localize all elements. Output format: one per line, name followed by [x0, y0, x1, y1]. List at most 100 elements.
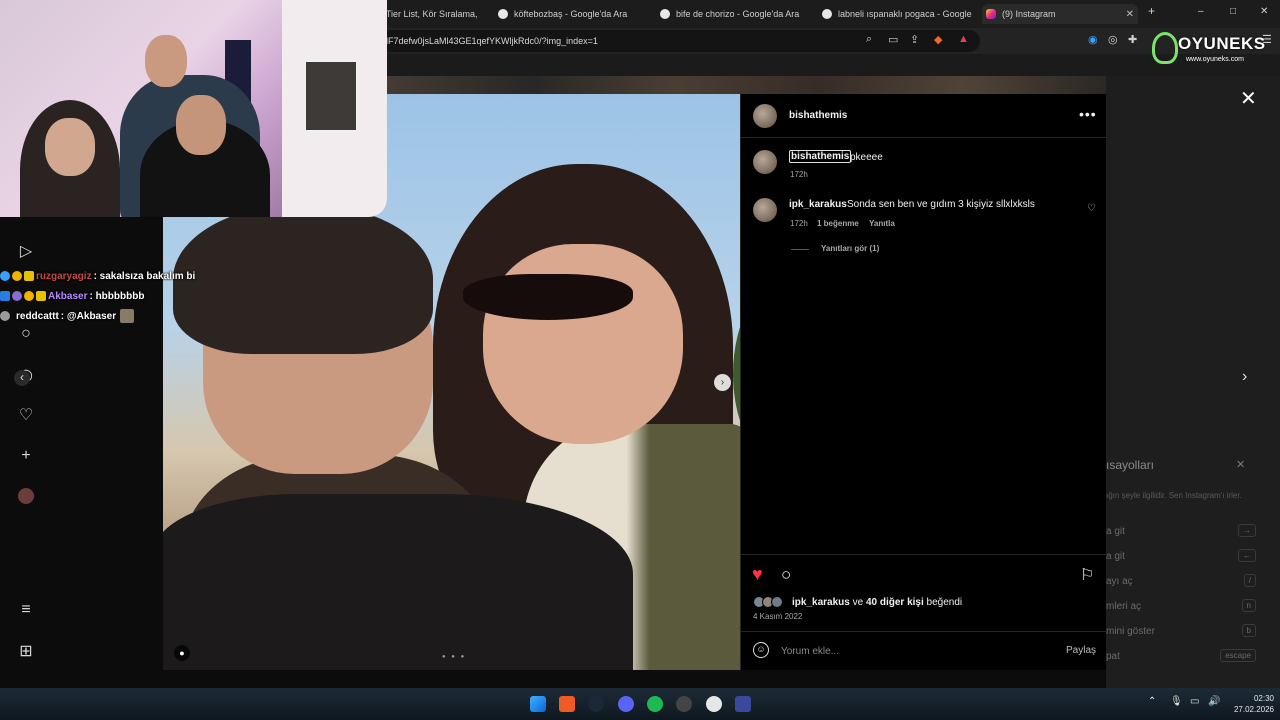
shortcut-label: mleri aç	[1106, 601, 1142, 612]
shortcut-key: →	[1238, 524, 1256, 537]
post-author[interactable]: bishathemis	[789, 110, 847, 121]
browser-tab[interactable]: köftebozbaş - Google'da Ara	[498, 4, 648, 24]
profile-avatar[interactable]	[18, 488, 34, 504]
start-icon[interactable]	[530, 696, 546, 712]
chat-message: ruzgaryagiz : sakalsıza bakalım bi	[0, 266, 210, 286]
zoom-icon[interactable]: ⌕	[866, 33, 872, 46]
view-replies-button[interactable]: Yanıtları gör (1)	[821, 244, 879, 253]
extensions-icon[interactable]: ✚	[1128, 33, 1137, 46]
caption-age: 172h	[790, 170, 808, 179]
browser-tab[interactable]: bife de chorizo - Google'da Ara	[660, 4, 810, 24]
system-clock[interactable]: 02:30 27.02.2026	[1228, 693, 1274, 715]
shortcuts-title: ısayolları	[1106, 458, 1155, 472]
chat-username[interactable]: Akbaser	[48, 291, 87, 302]
header-divider	[741, 137, 1107, 138]
cast-icon[interactable]: ▭	[888, 33, 898, 46]
shortcut-row: mleri aç n	[1106, 599, 1256, 612]
chat-username[interactable]: ruzgaryagiz	[36, 271, 92, 282]
tab-title: (9) Instagram	[1002, 9, 1056, 19]
carousel-next-button[interactable]: ›	[714, 374, 731, 391]
volume-icon[interactable]: 🔊	[1208, 696, 1220, 707]
stream-chat: ruzgaryagiz : sakalsıza bakalım bi Akbas…	[0, 266, 210, 326]
search-icon[interactable]: ○	[16, 324, 36, 344]
brave-rewards-icon[interactable]: ▲	[958, 33, 969, 45]
chat-badge-icon	[0, 291, 10, 301]
heart-icon[interactable]: ♥	[752, 564, 763, 585]
steam-icon[interactable]	[588, 696, 604, 712]
browser-tab[interactable]: labneli ıspanaklı pogaca - Google'da	[822, 4, 972, 24]
comment-icon[interactable]: ○	[781, 565, 791, 585]
tray-chevron-icon[interactable]: ⌃	[1148, 696, 1156, 707]
actions-divider	[741, 554, 1107, 555]
oyuneks-watermark: OYUNEKS www.oyuneks.com	[1152, 30, 1265, 70]
watermark-subtitle: www.oyuneks.com	[1186, 56, 1244, 63]
previous-post-icon[interactable]: ‹	[14, 370, 30, 386]
tab-title: köftebozbaş - Google'da Ara	[514, 9, 628, 19]
app-icon[interactable]	[735, 696, 751, 712]
minimize-button[interactable]: –	[1198, 6, 1204, 17]
microphone-icon[interactable]: 🎙	[1170, 696, 1183, 707]
maximize-button[interactable]: □	[1230, 6, 1236, 17]
more-icon[interactable]: ⊞	[16, 642, 36, 662]
reels-icon[interactable]: ▷	[16, 242, 36, 262]
audio-icon[interactable]: ◉	[1088, 33, 1098, 46]
comment-username[interactable]: ipk_karakus	[789, 199, 847, 210]
bookmark-icon[interactable]: ⚐	[1080, 565, 1094, 585]
brave-shield-icon[interactable]: ◆	[934, 33, 942, 46]
close-tab-icon[interactable]: ✕	[1126, 9, 1134, 20]
chat-message: Akbaser : hbbbbbbb	[0, 286, 210, 306]
spotify-icon[interactable]	[647, 696, 663, 712]
comment-avatar[interactable]	[753, 198, 777, 222]
shortcut-key: ←	[1238, 549, 1256, 562]
likes-suffix: beğendi	[926, 597, 963, 608]
caption-avatar[interactable]	[753, 150, 777, 174]
user-tag-icon[interactable]: ●	[174, 645, 190, 661]
next-post-icon[interactable]: ›	[1242, 368, 1247, 386]
windows-taskbar: ⌃ 🎙 ▭ 🔊 02:30 27.02.2026	[0, 688, 1280, 720]
watermark-title: OYUNEKS	[1178, 34, 1266, 53]
replies-line	[791, 249, 809, 250]
close-icon[interactable]: ✕	[1236, 458, 1245, 471]
reply-button[interactable]: Yanıtla	[869, 219, 895, 228]
more-options-icon[interactable]: •••	[1079, 106, 1097, 122]
likes-summary[interactable]: ipk_karakus ve 40 diğer kişi beğendi	[792, 597, 962, 608]
obs-icon[interactable]	[706, 696, 722, 712]
browser-tab-instagram[interactable]: (9) Instagram ✕	[982, 4, 1138, 24]
comment-like-icon[interactable]: ♡	[1087, 203, 1096, 214]
new-tab-button[interactable]: +	[1148, 4, 1155, 18]
chat-message: reddcattt : @Akbaser	[0, 306, 210, 326]
wall-poster	[304, 60, 358, 132]
menu-icon[interactable]: ≡	[16, 600, 36, 620]
likes-user[interactable]: ipk_karakus	[792, 597, 850, 608]
post-date: 4 Kasım 2022	[753, 612, 803, 621]
heart-icon[interactable]: ♡	[16, 406, 36, 426]
share-icon[interactable]: ⇪	[910, 33, 919, 46]
brave-icon[interactable]	[559, 696, 575, 712]
shortcut-label: a git	[1106, 526, 1125, 537]
close-modal-icon[interactable]: ✕	[1240, 86, 1257, 111]
streamer-face	[176, 95, 226, 155]
chat-badge-icon	[12, 271, 22, 281]
likes-others[interactable]: 40 diğer kişi	[866, 597, 924, 608]
streamer-face	[145, 35, 187, 87]
webcam-overlay	[0, 0, 387, 217]
comment-likes[interactable]: 1 beğenme	[817, 219, 859, 228]
liker-avatar	[771, 596, 783, 608]
create-icon[interactable]: +	[16, 446, 36, 466]
emoji-icon[interactable]: ☺	[753, 642, 769, 658]
chat-badge-icon	[0, 271, 10, 281]
vpn-icon[interactable]: ◎	[1108, 33, 1118, 46]
app-icon[interactable]	[676, 696, 692, 712]
caption-username[interactable]: bishathemis	[789, 150, 852, 163]
shortcut-label: a git	[1106, 551, 1125, 562]
author-avatar[interactable]	[753, 104, 777, 128]
comment-text: Sonda sen ben ve gıdım 3 kişiyiz sllxlxk…	[847, 199, 1035, 210]
post-comment-button[interactable]: Paylaş	[1066, 645, 1096, 656]
comment-input[interactable]	[781, 644, 1051, 658]
discord-icon[interactable]	[618, 696, 634, 712]
network-icon[interactable]: ▭	[1190, 696, 1199, 707]
google-icon	[822, 9, 832, 19]
chat-username[interactable]: reddcattt	[16, 311, 59, 322]
instagram-icon	[986, 9, 996, 19]
close-window-button[interactable]: ✕	[1260, 6, 1268, 17]
